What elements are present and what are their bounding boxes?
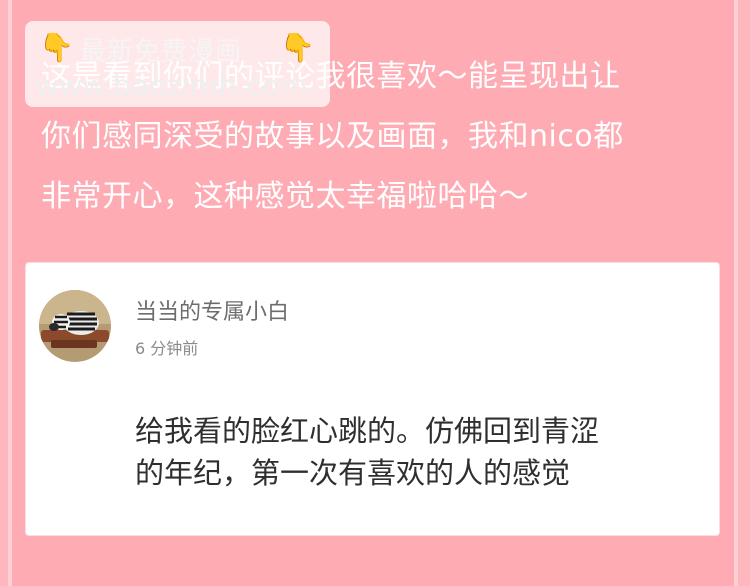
pointing-down-icon: 👇 <box>39 31 74 64</box>
zebra-avatar-icon <box>39 290 111 362</box>
avatar[interactable] <box>39 290 111 362</box>
comment-timestamp: 6 分钟前 <box>135 339 199 358</box>
comment-username[interactable]: 当当的专属小白 <box>135 294 289 326</box>
pointing-down-icon: 👇 <box>280 31 315 64</box>
comment-text: 给我看的脸红心跳的。仿佛回到青涩 的年纪，第一次有喜欢的人的感觉 <box>135 414 600 490</box>
comment-card: 当当的专属小白 6 分钟前 给我看的脸红心跳的。仿佛回到青涩 的年纪，第一次有喜… <box>26 263 719 535</box>
watermark-url: www.baozimh.com <box>35 69 308 103</box>
watermark-title: 最新免费漫画 <box>80 37 243 67</box>
watermark-badge: 👇 最新免费漫画 👇 www.baozimh.com <box>25 21 330 107</box>
